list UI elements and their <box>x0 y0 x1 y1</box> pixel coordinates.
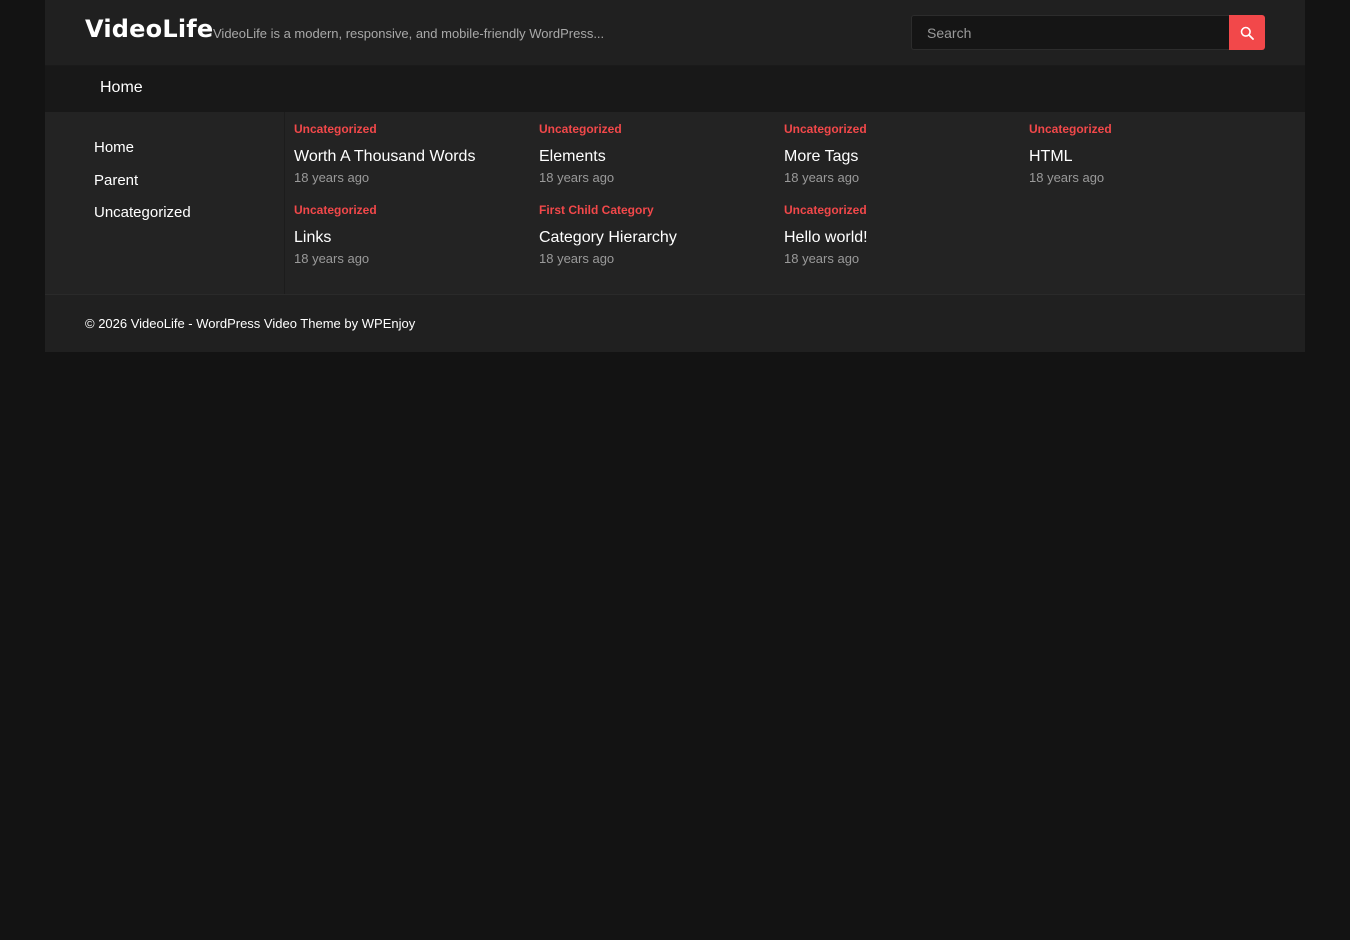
post-date: 18 years ago <box>784 251 860 266</box>
copyright-prefix: © 2026 VideoLife - <box>85 316 197 331</box>
post-card: Uncategorized Hello world! 18 years ago <box>784 202 1019 267</box>
sidebar-item-uncategorized[interactable]: Uncategorized <box>94 204 284 237</box>
page-wrapper: VideoLife VideoLife is a modern, respons… <box>45 0 1305 352</box>
search-form <box>911 15 1265 50</box>
author-link[interactable]: WPEnjoy <box>362 316 415 331</box>
sidebar-item-home[interactable]: Home <box>94 139 284 172</box>
post-card: Uncategorized Elements 18 years ago <box>539 121 774 186</box>
post-category[interactable]: First Child Category <box>539 202 774 218</box>
post-date: 18 years ago <box>294 170 370 185</box>
post-category[interactable]: Uncategorized <box>784 202 1019 218</box>
post-card: Uncategorized HTML 18 years ago <box>1029 121 1264 186</box>
main-content: Home Parent Uncategorized Uncategorized … <box>45 112 1305 294</box>
post-card: Uncategorized Links 18 years ago <box>294 202 529 267</box>
post-title[interactable]: Category Hierarchy <box>539 228 774 248</box>
site-description: VideoLife is a modern, responsive, and m… <box>213 26 605 41</box>
posts-grid: Uncategorized Worth A Thousand Words 18 … <box>285 112 1305 294</box>
post-title[interactable]: Elements <box>539 147 774 167</box>
post-title[interactable]: HTML <box>1029 147 1264 167</box>
post-title[interactable]: Links <box>294 228 529 248</box>
post-date: 18 years ago <box>784 170 860 185</box>
post-card: Uncategorized Worth A Thousand Words 18 … <box>294 121 529 186</box>
post-category[interactable]: Uncategorized <box>1029 121 1264 137</box>
search-icon <box>1240 26 1254 40</box>
search-input[interactable] <box>911 15 1229 50</box>
post-category[interactable]: Uncategorized <box>294 202 529 218</box>
post-date: 18 years ago <box>539 170 615 185</box>
post-category[interactable]: Uncategorized <box>294 121 529 137</box>
sidebar-item-parent[interactable]: Parent <box>94 172 284 205</box>
post-title[interactable]: Hello world! <box>784 228 1019 248</box>
post-title[interactable]: More Tags <box>784 147 1019 167</box>
site-footer: © 2026 VideoLife - WordPress Video Theme… <box>45 294 1305 352</box>
post-card: Uncategorized More Tags 18 years ago <box>784 121 1019 186</box>
by-text: by <box>340 316 362 331</box>
post-date: 18 years ago <box>1029 170 1105 185</box>
nav-item-home[interactable]: Home <box>100 79 143 97</box>
copyright: © 2026 VideoLife - WordPress Video Theme… <box>85 316 415 331</box>
post-title[interactable]: Worth A Thousand Words <box>294 147 529 167</box>
post-category[interactable]: Uncategorized <box>784 121 1019 137</box>
search-button[interactable] <box>1229 15 1265 50</box>
site-header: VideoLife VideoLife is a modern, respons… <box>45 0 1305 66</box>
post-category[interactable]: Uncategorized <box>539 121 774 137</box>
post-date: 18 years ago <box>294 251 370 266</box>
site-title[interactable]: VideoLife <box>85 15 213 43</box>
primary-nav: Home <box>45 66 1305 112</box>
theme-link[interactable]: WordPress Video Theme <box>196 316 341 331</box>
post-date: 18 years ago <box>539 251 615 266</box>
post-card: First Child Category Category Hierarchy … <box>539 202 774 267</box>
sidebar: Home Parent Uncategorized <box>45 112 285 294</box>
